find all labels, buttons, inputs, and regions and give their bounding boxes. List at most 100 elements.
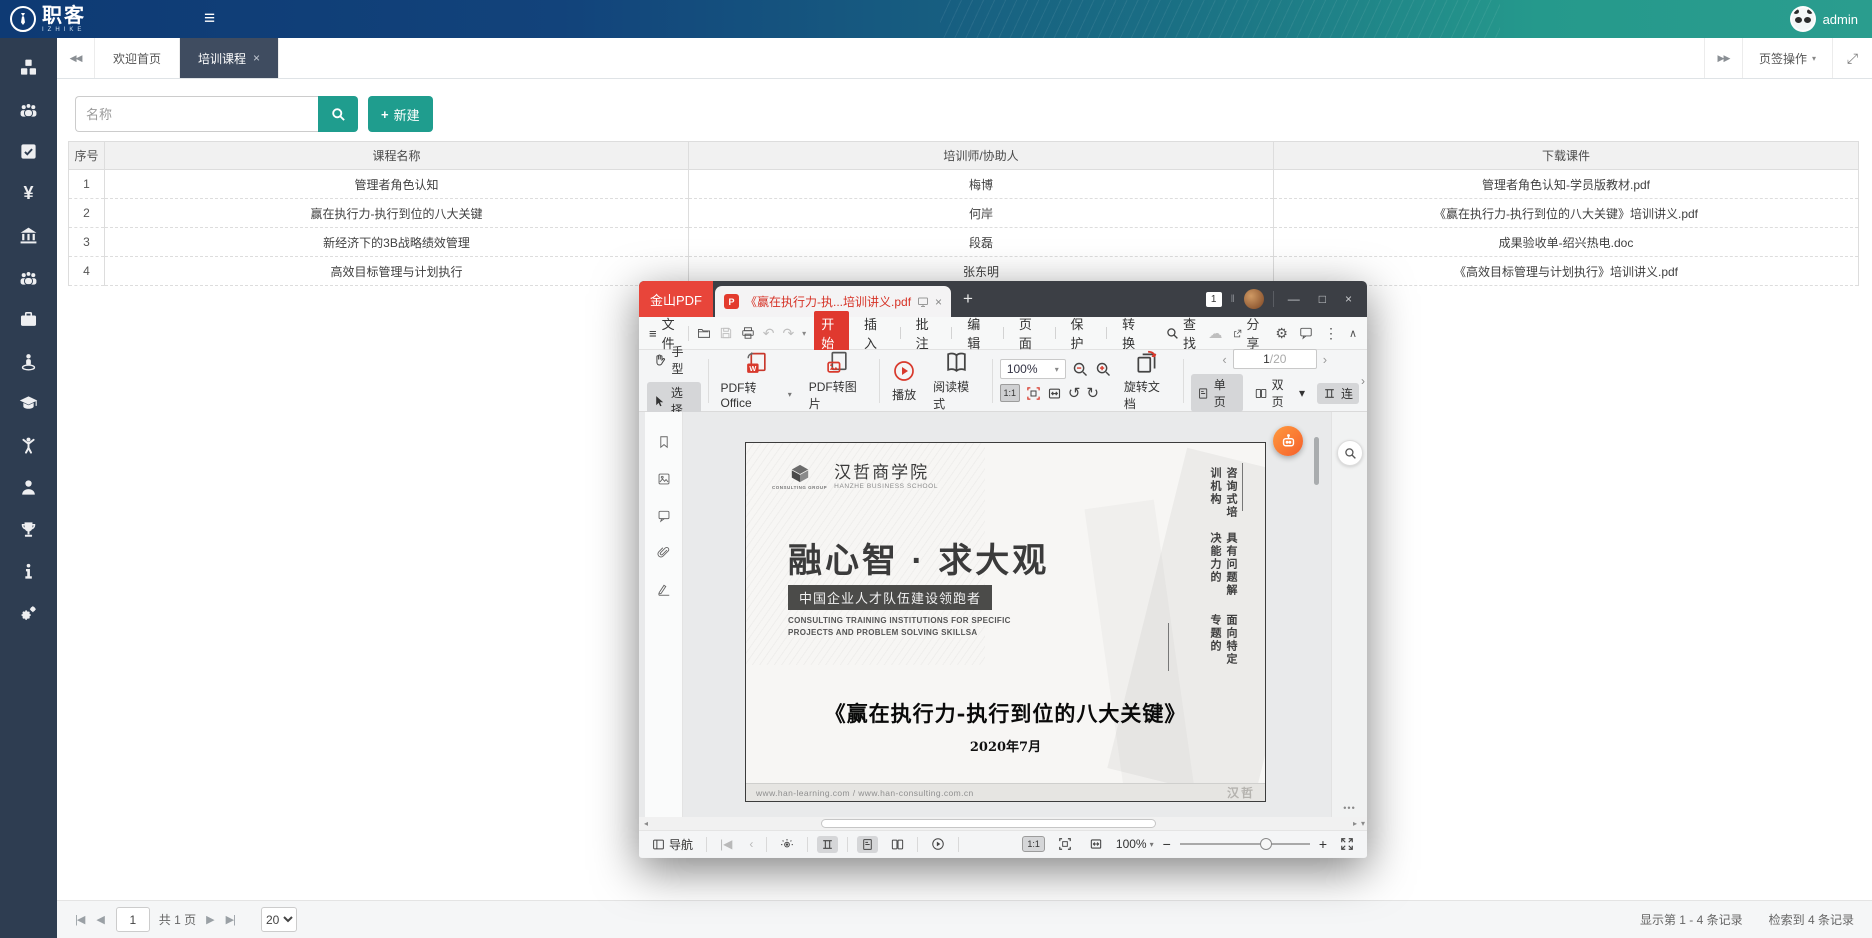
tab-home[interactable]: 欢迎首页	[95, 38, 180, 78]
first-page-icon[interactable]: |◀	[75, 913, 84, 926]
open-file-icon[interactable]	[697, 326, 711, 341]
page-number-box[interactable]: 1/20	[1233, 349, 1317, 369]
cheer-person-icon[interactable]	[19, 436, 38, 455]
close-doc-icon[interactable]: ×	[935, 295, 942, 309]
fit-width-icon[interactable]	[1047, 386, 1062, 401]
ai-assistant-button[interactable]	[1273, 426, 1303, 456]
fit-page-icon[interactable]	[1026, 386, 1041, 401]
next-page-icon[interactable]: ▶	[206, 913, 213, 926]
next-page-icon[interactable]: ›	[1323, 352, 1327, 367]
redo-icon[interactable]: ↷	[782, 325, 794, 342]
zoom-slider-knob[interactable]	[1260, 838, 1272, 850]
tab-training-courses[interactable]: 培训课程 ×	[180, 38, 279, 78]
play-icon[interactable]	[927, 835, 949, 853]
actual-size-button[interactable]: 1:1	[1022, 836, 1045, 852]
attachment-icon[interactable]	[656, 545, 671, 560]
zoom-out-icon[interactable]	[1072, 361, 1089, 378]
page-size-select[interactable]: 20	[261, 907, 297, 932]
tab-close-icon[interactable]: ×	[253, 51, 260, 65]
menu-tab-page[interactable]: 页面	[1012, 311, 1047, 355]
username[interactable]: admin	[1823, 12, 1858, 27]
settings-gear-icon[interactable]: ⚙	[1275, 325, 1288, 342]
graduation-cap-icon[interactable]	[19, 394, 38, 413]
undo-icon[interactable]: ↶	[763, 325, 775, 342]
navigation-pane-button[interactable]: 导航	[648, 834, 697, 855]
minimize-icon[interactable]: —	[1283, 292, 1305, 306]
fullscreen-icon[interactable]: ⤢	[1832, 38, 1872, 78]
tabs-scroll-right-icon[interactable]: ▶▶	[1704, 38, 1742, 78]
horizontal-scrollbar-thumb[interactable]	[821, 819, 1156, 828]
download-file-link[interactable]: 成果验收单-绍兴热电.doc	[1274, 228, 1859, 257]
share-button[interactable]: 分享	[1233, 314, 1264, 352]
facing-pages-view-icon[interactable]	[887, 836, 908, 853]
actual-size-button[interactable]: 1:1	[1000, 384, 1020, 402]
more-commands-icon[interactable]: ▾	[802, 329, 806, 338]
page-find-button[interactable]	[1337, 440, 1363, 466]
user-icon[interactable]	[19, 478, 38, 497]
more-menu-icon[interactable]: ⋮	[1324, 325, 1338, 342]
info-icon[interactable]	[19, 562, 38, 581]
tab-operations-dropdown[interactable]: 页签操作 ▾	[1742, 38, 1832, 78]
download-file-link[interactable]: 管理者角色认知-学员版教材.pdf	[1274, 170, 1859, 199]
team-icon[interactable]	[19, 268, 38, 287]
menu-tab-protect[interactable]: 保护	[1064, 311, 1099, 355]
scroll-menu-icon[interactable]: ▾	[1361, 819, 1365, 828]
sidebar-toggle-icon[interactable]: ≡	[204, 8, 215, 30]
pdf-to-office-button[interactable]: W PDF转Office▾	[716, 351, 797, 410]
check-square-icon[interactable]	[19, 142, 38, 161]
continuous-view-icon[interactable]	[817, 836, 838, 853]
comments-icon[interactable]	[656, 508, 671, 523]
zoom-in-icon[interactable]	[1095, 361, 1112, 378]
play-slideshow-button[interactable]: 播放	[887, 359, 921, 403]
vertical-scrollbar-thumb[interactable]	[1314, 437, 1319, 485]
single-page-button[interactable]: 单页	[1191, 374, 1243, 412]
pdf-to-image-button[interactable]: PDF转图片	[804, 350, 872, 412]
single-page-view-icon[interactable]	[857, 836, 878, 853]
signature-icon[interactable]	[656, 582, 671, 597]
yen-icon[interactable]: ¥	[19, 184, 38, 203]
save-icon[interactable]	[719, 326, 733, 341]
menu-tab-edit[interactable]: 编辑	[960, 311, 995, 355]
tab-count-badge[interactable]: 1	[1206, 292, 1222, 307]
bookmark-icon[interactable]	[656, 434, 671, 449]
cubes-icon[interactable]	[19, 58, 38, 77]
fit-page-icon[interactable]	[1054, 835, 1076, 853]
eye-protection-icon[interactable]	[776, 835, 798, 853]
find-button[interactable]: 查找	[1166, 314, 1200, 352]
briefcase-icon[interactable]	[19, 310, 38, 329]
cogs-icon[interactable]	[19, 604, 38, 623]
feedback-icon[interactable]	[1299, 326, 1313, 341]
avatar[interactable]	[1790, 6, 1816, 32]
print-icon[interactable]	[741, 326, 755, 341]
scroll-left-icon[interactable]: ◂	[639, 819, 653, 828]
collapse-ribbon-icon[interactable]: ∧	[1349, 327, 1357, 340]
menu-tab-annotate[interactable]: 批注	[909, 311, 944, 355]
prev-page-icon[interactable]: ◀	[96, 913, 103, 926]
zoom-in-icon[interactable]: +	[1319, 836, 1327, 852]
rotate-right-icon[interactable]: ↻	[1086, 384, 1099, 402]
kingsoft-pdf-menu[interactable]: 金山PDF	[639, 281, 713, 317]
search-button[interactable]	[318, 96, 358, 132]
read-mode-button[interactable]: 阅读模式	[928, 350, 985, 412]
last-page-icon[interactable]: ▶|	[226, 913, 235, 926]
more-options-icon[interactable]: •••	[1332, 803, 1367, 813]
street-view-icon[interactable]	[19, 352, 38, 371]
maximize-icon[interactable]: □	[1314, 292, 1331, 306]
double-page-button[interactable]: 双页 ▾	[1249, 374, 1311, 412]
cloud-sync-icon[interactable]: ☁	[1208, 325, 1222, 342]
pdf-user-avatar[interactable]	[1244, 289, 1264, 309]
rotate-left-icon[interactable]: ↺	[1068, 384, 1081, 402]
prev-page-icon[interactable]: ‹	[745, 835, 757, 853]
hand-tool-button[interactable]: 手型	[647, 341, 701, 379]
zoom-out-icon[interactable]: −	[1163, 836, 1171, 852]
fit-width-icon[interactable]	[1085, 835, 1107, 853]
rotate-document-button[interactable]: 旋转文档	[1119, 349, 1176, 412]
scroll-right-icon[interactable]: ▸	[1353, 819, 1357, 828]
fullscreen-icon[interactable]	[1336, 835, 1358, 853]
horizontal-scrollbar[interactable]: ◂ ▸ ▾	[639, 817, 1367, 831]
tabs-scroll-left-icon[interactable]: ◀◀	[57, 38, 95, 78]
search-input[interactable]	[75, 96, 318, 132]
close-window-icon[interactable]: ×	[1340, 292, 1357, 306]
create-button[interactable]: + 新建	[368, 96, 433, 132]
zoom-select[interactable]: 100%▾	[1000, 359, 1066, 379]
